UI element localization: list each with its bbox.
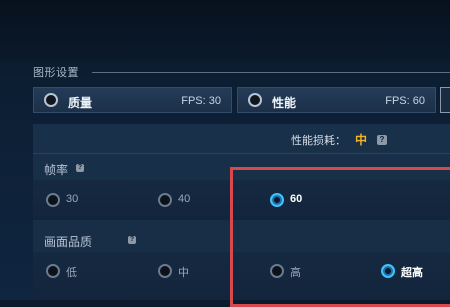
- picture-quality-option-label: 中: [178, 267, 189, 279]
- picture-quality-title-text: 画面品质: [44, 235, 93, 249]
- performance-cost-label: 性能损耗：: [291, 135, 346, 147]
- section-divider: [92, 72, 450, 73]
- frame-rate-option-label: 30: [66, 193, 79, 205]
- mode-quality-label: 质量: [68, 96, 93, 110]
- radio-icon: [46, 264, 60, 278]
- frame-rate-title: 帧率: [44, 161, 68, 178]
- mode-quality-button[interactable]: 质量 FPS: 30: [33, 87, 232, 113]
- mode-quality-fps: FPS: 30: [181, 95, 221, 107]
- radio-icon: [46, 193, 60, 207]
- help-icon[interactable]: ?: [377, 135, 387, 145]
- frame-rate-title-text: 帧率: [44, 163, 69, 177]
- radio-icon: [44, 93, 58, 107]
- mode-performance-fps: FPS: 60: [385, 95, 425, 107]
- picture-quality-option-label: 低: [66, 267, 77, 279]
- help-icon[interactable]: ?: [76, 164, 84, 172]
- mode-next-button-edge[interactable]: [440, 87, 450, 113]
- radio-icon: [248, 93, 262, 107]
- annotation-highlight-box: [230, 167, 450, 307]
- radio-icon: [158, 264, 172, 278]
- top-shade: [0, 0, 450, 62]
- performance-cost-value: 中: [355, 133, 368, 147]
- panel-divider: [33, 153, 450, 154]
- frame-rate-option-label: 40: [178, 193, 191, 205]
- mode-performance-button[interactable]: 性能 FPS: 60: [237, 87, 436, 113]
- radio-icon: [158, 193, 172, 207]
- help-icon[interactable]: ?: [128, 236, 136, 244]
- mode-performance-label: 性能: [272, 96, 297, 110]
- section-title: 图形设置: [33, 67, 79, 79]
- picture-quality-title: 画面品质: [44, 233, 92, 250]
